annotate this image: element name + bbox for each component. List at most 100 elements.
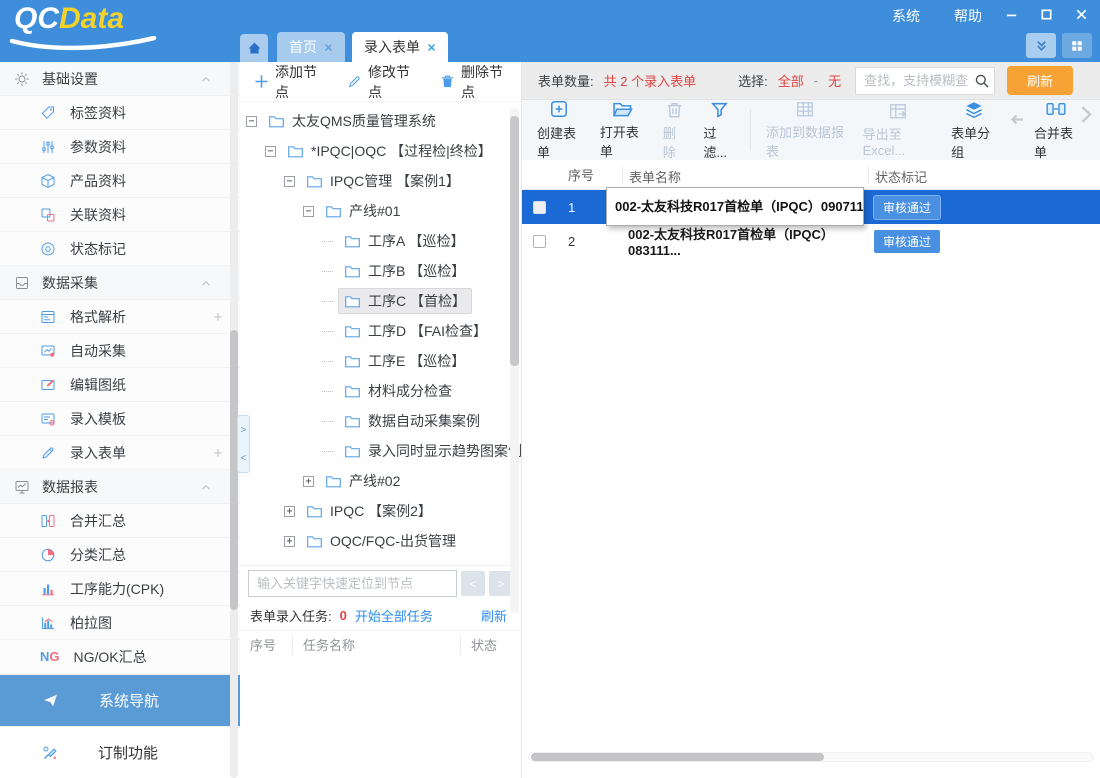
sidebar-section-header[interactable]: 基础设置 [0,62,240,96]
toolbar-separator [750,109,751,151]
tab-close-icon[interactable] [427,43,436,52]
sidebar-item[interactable]: 格式解析 [0,300,240,334]
folder-icon [344,294,361,308]
edit-node-button[interactable]: 修改节点 [345,58,416,106]
row-name-cell: 002-太友科技R017首检单（IPQC）083111... [622,224,868,258]
collapse-box-icon[interactable]: − [284,176,295,187]
sidebar-item[interactable]: 标签资料 [0,96,240,130]
action-create-form-button[interactable]: 创建表单 [528,103,591,157]
scrollbar-thumb[interactable] [510,116,519,366]
tree-node[interactable]: −产线#01 [240,196,521,226]
tree-node[interactable]: 数据自动采集案例 [240,406,521,436]
sidebar-menu: 基础设置标签资料参数资料产品资料关联资料状态标记数据采集格式解析自动采集编辑图纸… [0,62,240,674]
tree-node[interactable]: 材料成分检查 [240,376,521,406]
tab-entry-form-label: 录入表单 [364,37,420,57]
collapse-box-icon[interactable]: − [303,206,314,217]
tree-node[interactable]: −*IPQC|OQC 【过程检|终检】 [240,136,521,166]
tree-node[interactable]: +IPQC 【案例2】 [240,496,521,526]
collapse-box-icon[interactable]: − [265,146,276,157]
menu-system[interactable]: 系统 [892,6,920,26]
chevron-left-icon[interactable]: < [241,453,247,464]
tree-node[interactable]: −IPQC管理 【案例1】 [240,166,521,196]
tasks-column-header: 序号 [240,635,292,654]
folder-icon [325,204,342,218]
sidebar-item[interactable]: 参数资料 [0,130,240,164]
plus-icon [212,447,224,459]
sidebar-item[interactable]: 产品资料 [0,164,240,198]
start-all-tasks-link[interactable]: 开始全部任务 [355,606,433,625]
scrollbar-thumb[interactable] [531,753,824,761]
form-row[interactable]: 2002-太友科技R017首检单（IPQC）083111...审核通过 [522,224,1100,258]
action-merge-form-button[interactable]: 合并表单 [1025,103,1088,157]
tree-search-input[interactable] [248,570,457,597]
tree-node[interactable]: 录入同时显示趋势图案例 [240,436,521,466]
tree-node[interactable]: 工序E 【巡检】 [240,346,521,376]
expand-box-icon[interactable]: + [284,506,295,517]
expand-box-icon[interactable]: + [303,476,314,487]
sidebar-section-header[interactable]: 数据采集 [0,266,240,300]
row-status-cell: 审核通过 [868,230,1100,253]
tree-node[interactable]: 工序B 【巡检】 [240,256,521,286]
collapse-toolbar-button[interactable] [1026,33,1056,58]
tree-node[interactable]: +OQC/FQC-出货管理 [240,526,521,556]
sidebar-item[interactable]: 自动采集 [0,334,240,368]
sidebar-item[interactable]: 柏拉图 [0,606,240,640]
tasks-refresh-link[interactable]: 刷新 [481,606,507,625]
tree-node[interactable]: 工序C 【首检】 [240,286,521,316]
grid-menu-button[interactable] [1062,33,1092,58]
action-filter-button[interactable]: 过滤... [694,103,744,157]
sidebar-item[interactable]: 关联资料 [0,198,240,232]
refresh-button[interactable]: 刷新 [1007,66,1073,95]
folder-icon [344,444,361,458]
row-checkbox[interactable] [533,201,546,214]
sidebar-item[interactable]: 分类汇总 [0,538,240,572]
sidebar-footer-item[interactable]: 系统导航 [0,674,240,726]
tree-node[interactable]: 工序A 【巡检】 [240,226,521,256]
tree-node[interactable]: +产线#02 [240,466,521,496]
tasks-column-header: 状态 [460,635,521,654]
sidebar-item[interactable]: 状态标记 [0,232,240,266]
maximize-icon[interactable] [1040,8,1053,21]
add-node-button[interactable]: 添加节点 [252,58,323,106]
sidebar-item[interactable]: NG NG/OK汇总 [0,640,240,674]
panel-collapse-handle[interactable]: >< [237,415,250,473]
close-icon[interactable] [1075,8,1088,21]
select-none-link[interactable]: 无 [828,71,841,90]
sidebar-footer-item[interactable]: 订制功能 [0,726,240,778]
tree-connector [322,331,333,332]
sidebar-item[interactable]: 合并汇总 [0,504,240,538]
form-row[interactable]: 1002-太友科技R017首检单（IPQC）09071140审核通过 [522,190,1100,224]
tree-node[interactable]: −太友QMS质量管理系统 [240,106,521,136]
sidebar-item[interactable]: 工序能力(CPK) [0,572,240,606]
tab-close-icon[interactable] [324,43,333,52]
sidebar-item[interactable]: 录入表单 [0,436,240,470]
minimize-icon[interactable] [1005,8,1018,21]
action-add-to-report-button: 添加到数据报表 [757,103,854,157]
tree-scrollbar[interactable] [510,108,519,613]
edit-node-label: 修改节点 [368,62,414,102]
chevron-right-icon[interactable]: > [241,425,247,436]
merge-summary-icon [40,513,56,529]
horizontal-scrollbar[interactable] [528,752,1094,762]
sidebar-item[interactable]: 录入模板 [0,402,240,436]
sidebar-item-label: NG/OK汇总 [74,647,240,667]
sidebar-section-header[interactable]: 数据报表 [0,470,240,504]
action-open-form-button[interactable]: 打开表单 [591,103,654,157]
select-all-link[interactable]: 全部 [778,71,804,90]
action-form-group-button[interactable]: 表单分组 [942,103,1005,157]
delete-node-button[interactable]: 删除节点 [438,58,509,106]
sidebar-item[interactable]: 编辑图纸 [0,368,240,402]
find-prev-button[interactable]: < [461,571,485,596]
sidebar-item-label: 录入表单 [70,443,198,463]
tasks-column-header: 任务名称 [292,635,460,654]
sidebar: 基础设置标签资料参数资料产品资料关联资料状态标记数据采集格式解析自动采集编辑图纸… [0,62,240,778]
tree-node[interactable]: + [240,556,521,565]
action-delete-button: 删除 [654,103,694,157]
collapse-box-icon[interactable]: − [246,116,257,127]
menu-help[interactable]: 帮助 [954,6,982,26]
tree-node[interactable]: 工序D 【FAI检查】 [240,316,521,346]
expand-box-icon[interactable]: + [284,536,295,547]
row-checkbox[interactable] [533,235,546,248]
ng-icon: NG [40,649,60,664]
search-icon[interactable] [974,73,990,89]
